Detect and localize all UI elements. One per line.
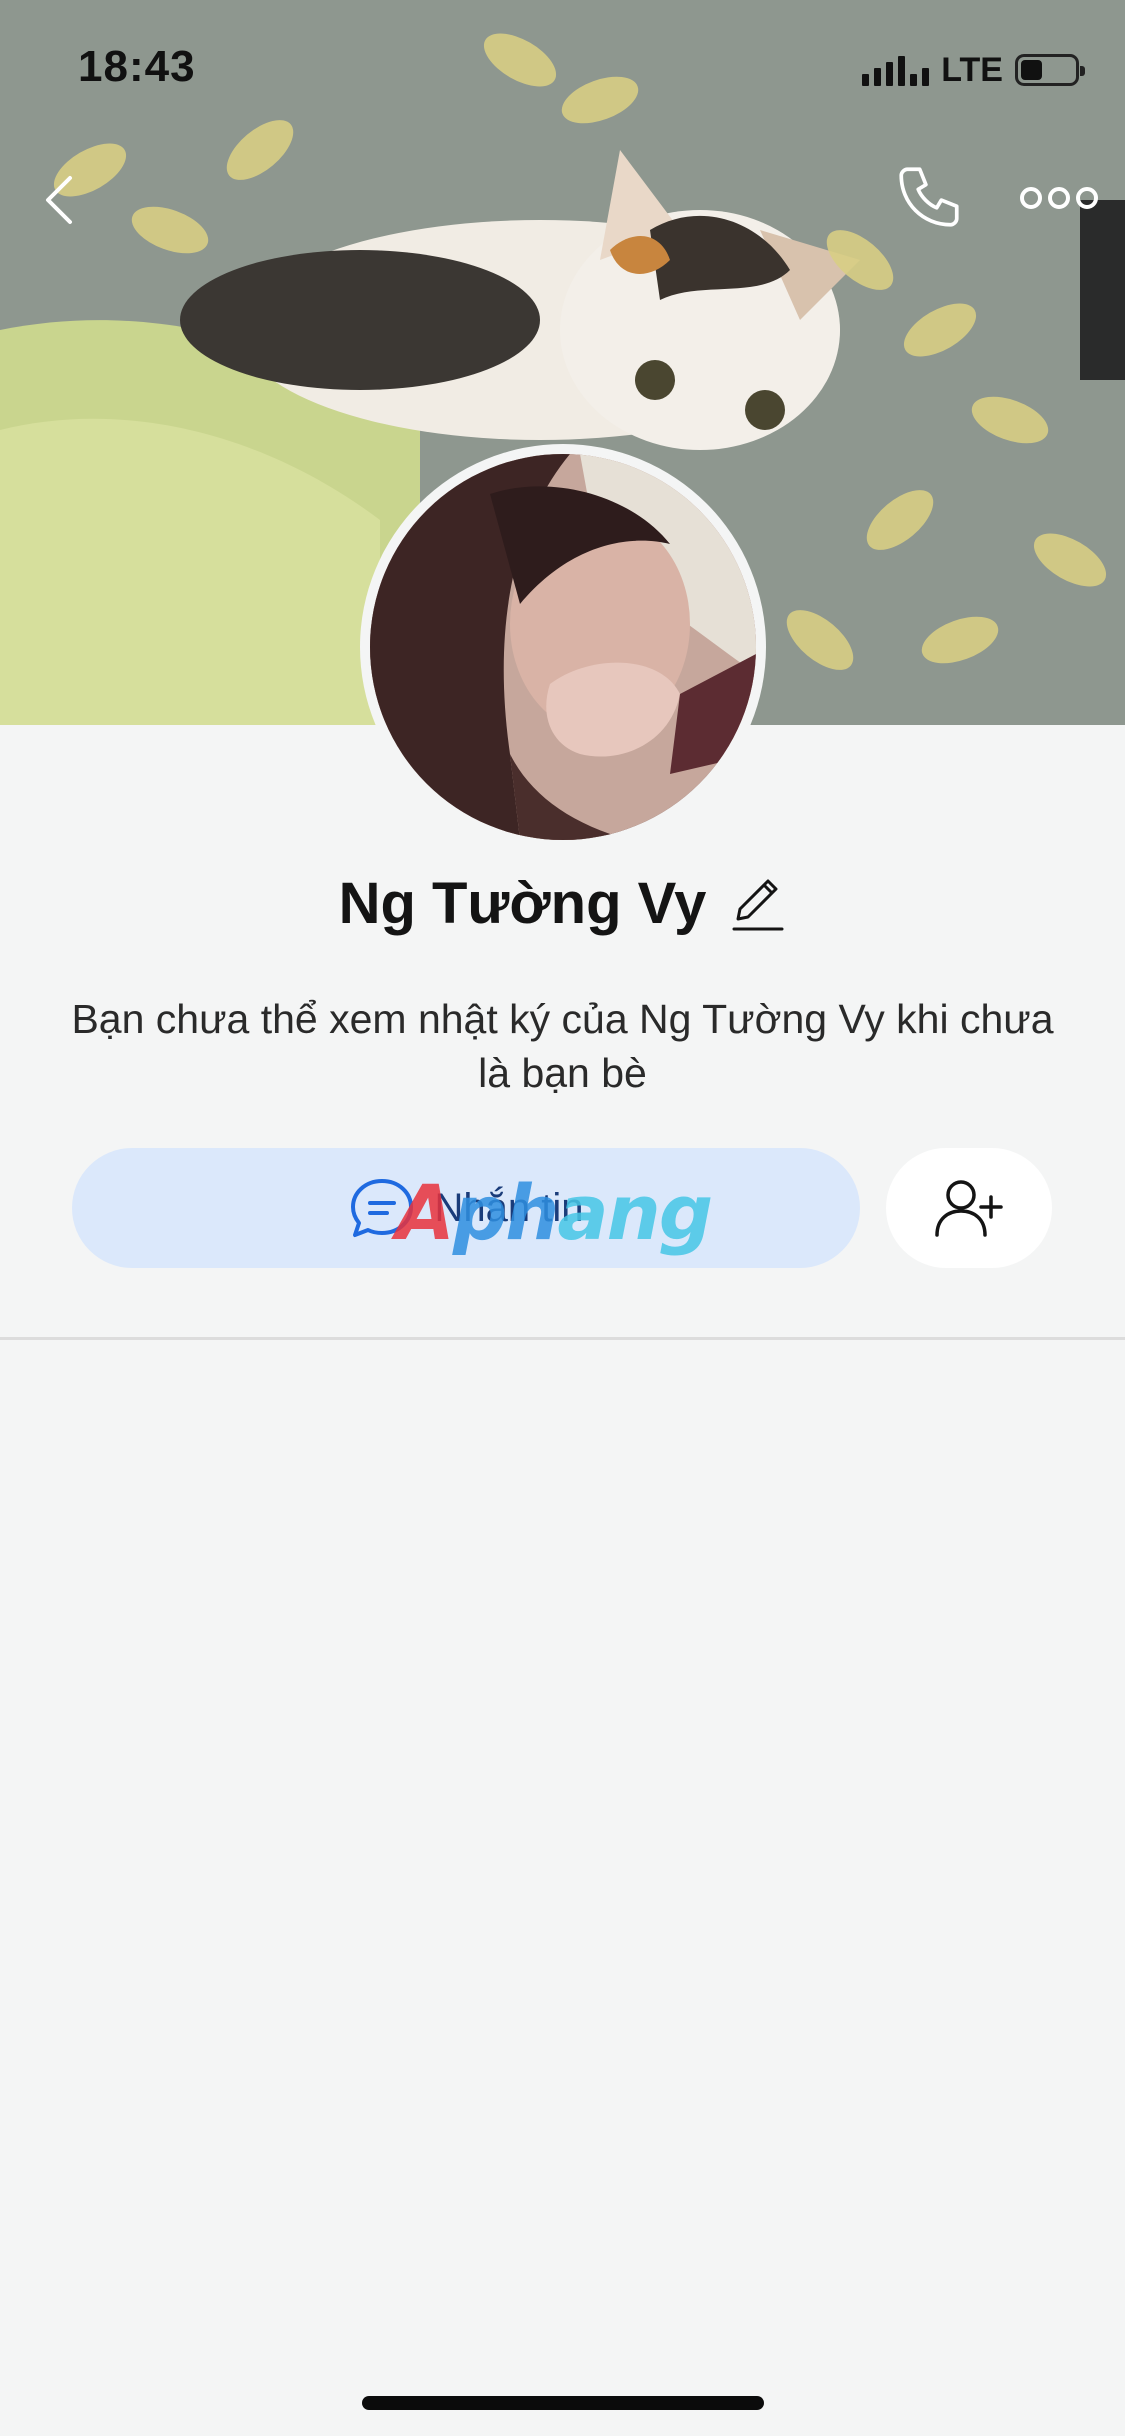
status-time: 18:43 xyxy=(78,42,196,91)
ellipsis-icon xyxy=(1020,187,1098,209)
phone-icon xyxy=(899,167,959,227)
back-button[interactable] xyxy=(34,160,90,240)
edit-name-button[interactable] xyxy=(730,873,786,935)
diary-restriction-note: Bạn chưa thể xem nhật ký của Ng Tường Vy… xyxy=(71,996,1054,1096)
add-user-icon xyxy=(935,1180,1003,1237)
profile-name: Ng Tường Vy xyxy=(338,871,707,936)
status-indicators: LTE xyxy=(862,48,1085,92)
profile-name-row: Ng Tường Vy xyxy=(0,870,1125,937)
message-button-label: Nhắn tin xyxy=(434,1185,584,1230)
section-divider xyxy=(0,1337,1125,1340)
message-button[interactable]: Nhắn tin xyxy=(72,1148,860,1268)
call-button[interactable] xyxy=(892,160,966,234)
chat-bubble-icon xyxy=(350,1179,413,1237)
avatar-image xyxy=(370,454,756,840)
signal-icon xyxy=(862,54,930,86)
more-options-button[interactable] xyxy=(1016,170,1102,226)
home-indicator[interactable] xyxy=(362,2396,764,2410)
network-type: LTE xyxy=(941,50,1003,89)
chevron-left-icon xyxy=(46,176,72,224)
add-friend-button[interactable] xyxy=(886,1148,1052,1268)
battery-icon xyxy=(1015,54,1085,86)
avatar[interactable] xyxy=(360,444,766,850)
pencil-icon xyxy=(732,879,784,930)
battery-level xyxy=(1021,60,1042,80)
